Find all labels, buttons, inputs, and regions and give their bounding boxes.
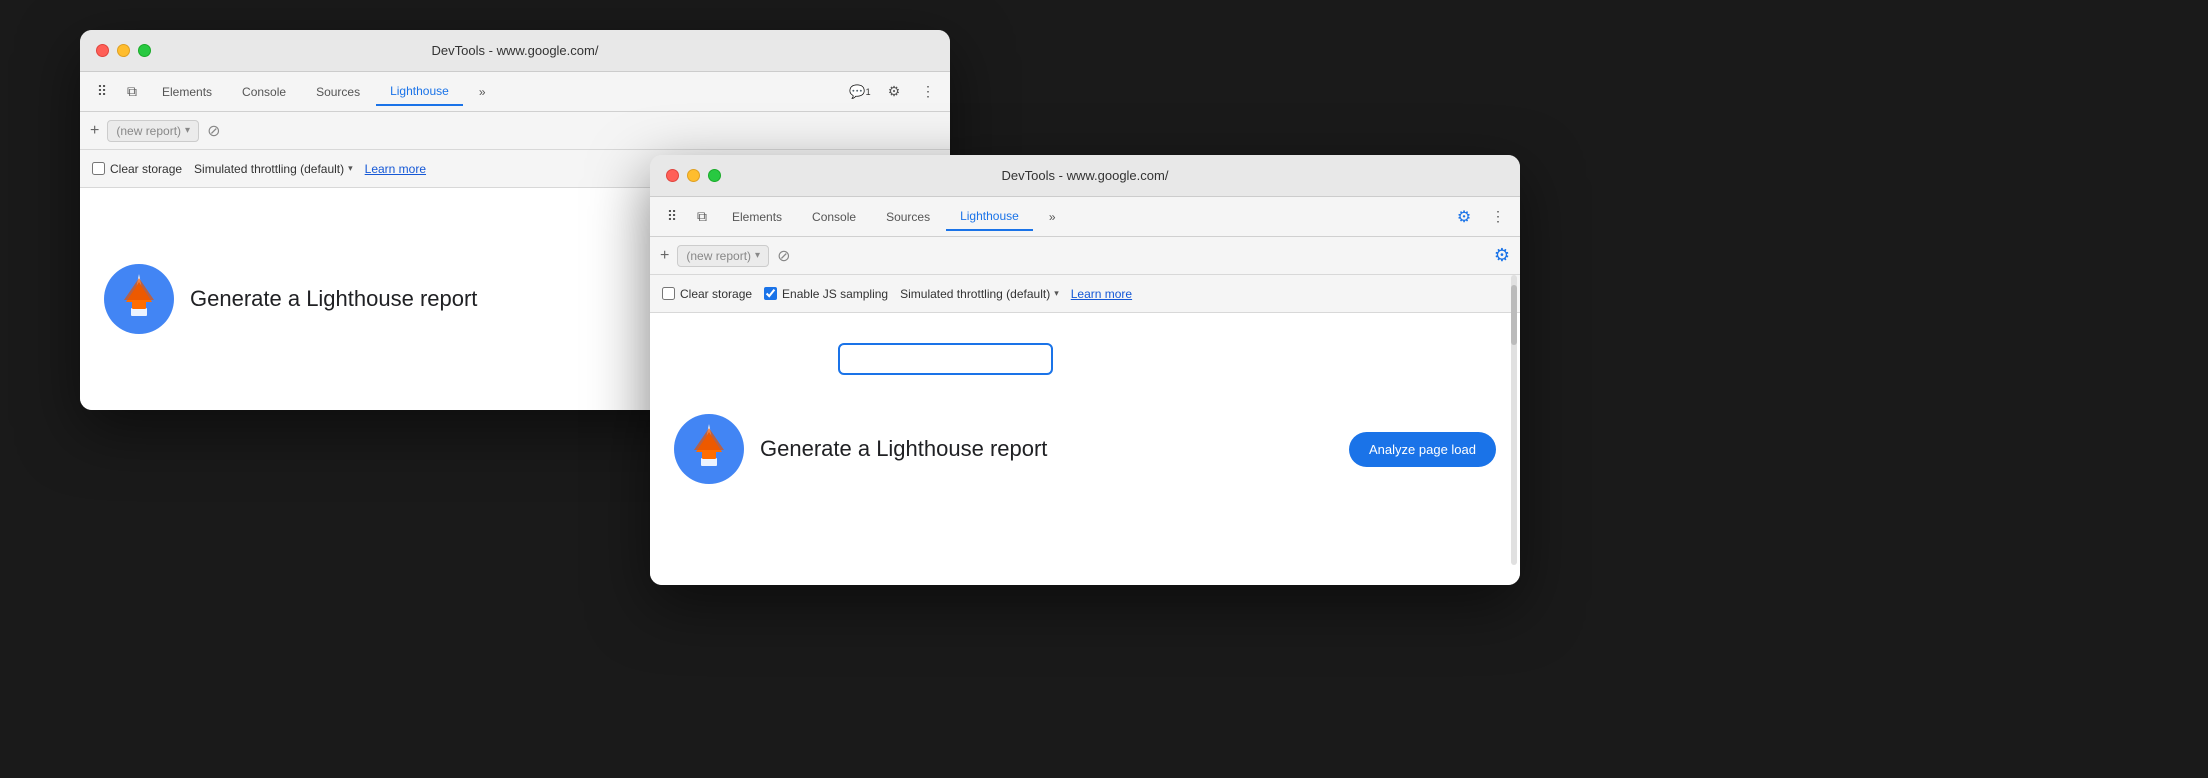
- add-report-icon-front[interactable]: +: [660, 247, 669, 265]
- generate-title-front: Generate a Lighthouse report: [760, 436, 1047, 462]
- throttling-select-front[interactable]: Simulated throttling (default) ▾: [900, 287, 1059, 301]
- enable-js-sampling-checkbox[interactable]: [764, 287, 777, 300]
- scrollbar-thumb-front: [1511, 285, 1517, 345]
- clear-storage-checkbox-front[interactable]: [662, 287, 675, 300]
- traffic-lights-front: [666, 169, 721, 182]
- add-report-icon-back[interactable]: +: [90, 122, 99, 140]
- titlebar-back: DevTools - www.google.com/: [80, 30, 950, 72]
- report-arrow-icon-back: ▾: [185, 125, 190, 136]
- device-icon-back[interactable]: ⧉: [118, 78, 146, 106]
- cancel-report-icon-back[interactable]: ⊘: [207, 121, 220, 141]
- report-bar-front: + (new report) ▾ ⊘ ⚙: [650, 237, 1520, 275]
- tab-toolbar-front: ⠿ ⧉ Elements Console Sources Lighthouse …: [650, 197, 1520, 237]
- learn-more-link-back[interactable]: Learn more: [365, 162, 426, 176]
- traffic-lights-back: [96, 44, 151, 57]
- toolbar-right-back: 💬1 ⚙ ⋮: [846, 78, 942, 106]
- more-icon-back[interactable]: ⋮: [914, 78, 942, 106]
- device-icon-front[interactable]: ⧉: [688, 203, 716, 231]
- throttling-arrow-icon-back: ▾: [348, 163, 353, 174]
- tab-console-front[interactable]: Console: [798, 204, 870, 230]
- clear-storage-option-back[interactable]: Clear storage: [92, 162, 182, 176]
- tab-sources-back[interactable]: Sources: [302, 79, 374, 105]
- settings-icon-front[interactable]: ⚙: [1450, 203, 1478, 231]
- report-selector-back[interactable]: (new report) ▾: [107, 120, 199, 142]
- gear-icon-back[interactable]: ⚙: [880, 78, 908, 106]
- minimize-button-front[interactable]: [687, 169, 700, 182]
- scrollbar-front[interactable]: [1511, 275, 1517, 565]
- learn-more-link-front[interactable]: Learn more: [1071, 287, 1132, 301]
- window-title-back: DevTools - www.google.com/: [432, 43, 599, 58]
- blue-settings-icon-front[interactable]: ⚙: [1494, 245, 1510, 266]
- report-bar-back: + (new report) ▾ ⊘: [80, 112, 950, 150]
- chat-icon-back[interactable]: 💬1: [846, 78, 874, 106]
- main-content-front: Generate a Lighthouse report Analyze pag…: [650, 313, 1520, 585]
- titlebar-front: DevTools - www.google.com/: [650, 155, 1520, 197]
- report-arrow-icon-front: ▾: [755, 250, 760, 261]
- tab-elements-back[interactable]: Elements: [148, 79, 226, 105]
- tab-sources-front[interactable]: Sources: [872, 204, 944, 230]
- lighthouse-logo-back: [104, 264, 174, 334]
- tab-console-back[interactable]: Console: [228, 79, 300, 105]
- enable-js-sampling-option[interactable]: Enable JS sampling: [764, 287, 888, 301]
- select-icon-front[interactable]: ⠿: [658, 203, 686, 231]
- select-icon-back[interactable]: ⠿: [88, 78, 116, 106]
- clear-storage-option-front[interactable]: Clear storage: [662, 287, 752, 301]
- throttling-select-back[interactable]: Simulated throttling (default) ▾: [194, 162, 353, 176]
- devtools-window-front: DevTools - www.google.com/ ⠿ ⧉ Elements …: [650, 155, 1520, 585]
- toolbar-right-front: ⚙ ⋮: [1450, 203, 1512, 231]
- tab-toolbar-back: ⠿ ⧉ Elements Console Sources Lighthouse …: [80, 72, 950, 112]
- generate-title-back: Generate a Lighthouse report: [190, 286, 477, 312]
- maximize-button-back[interactable]: [138, 44, 151, 57]
- minimize-button-back[interactable]: [117, 44, 130, 57]
- more-icon-front[interactable]: ⋮: [1484, 203, 1512, 231]
- window-title-front: DevTools - www.google.com/: [1002, 168, 1169, 183]
- tab-more-back[interactable]: »: [465, 79, 500, 105]
- lighthouse-logo-front: [674, 414, 744, 484]
- maximize-button-front[interactable]: [708, 169, 721, 182]
- analyze-page-load-button[interactable]: Analyze page load: [1349, 432, 1496, 467]
- tab-elements-front[interactable]: Elements: [718, 204, 796, 230]
- close-button-front[interactable]: [666, 169, 679, 182]
- close-button-back[interactable]: [96, 44, 109, 57]
- cancel-report-icon-front[interactable]: ⊘: [777, 246, 790, 266]
- report-selector-front[interactable]: (new report) ▾: [677, 245, 769, 267]
- tab-more-front[interactable]: »: [1035, 204, 1070, 230]
- tab-lighthouse-front[interactable]: Lighthouse: [946, 203, 1033, 231]
- clear-storage-checkbox-back[interactable]: [92, 162, 105, 175]
- options-bar-front: Clear storage Enable JS sampling Simulat…: [650, 275, 1520, 313]
- tab-lighthouse-back[interactable]: Lighthouse: [376, 78, 463, 106]
- throttling-arrow-icon-front: ▾: [1054, 288, 1059, 299]
